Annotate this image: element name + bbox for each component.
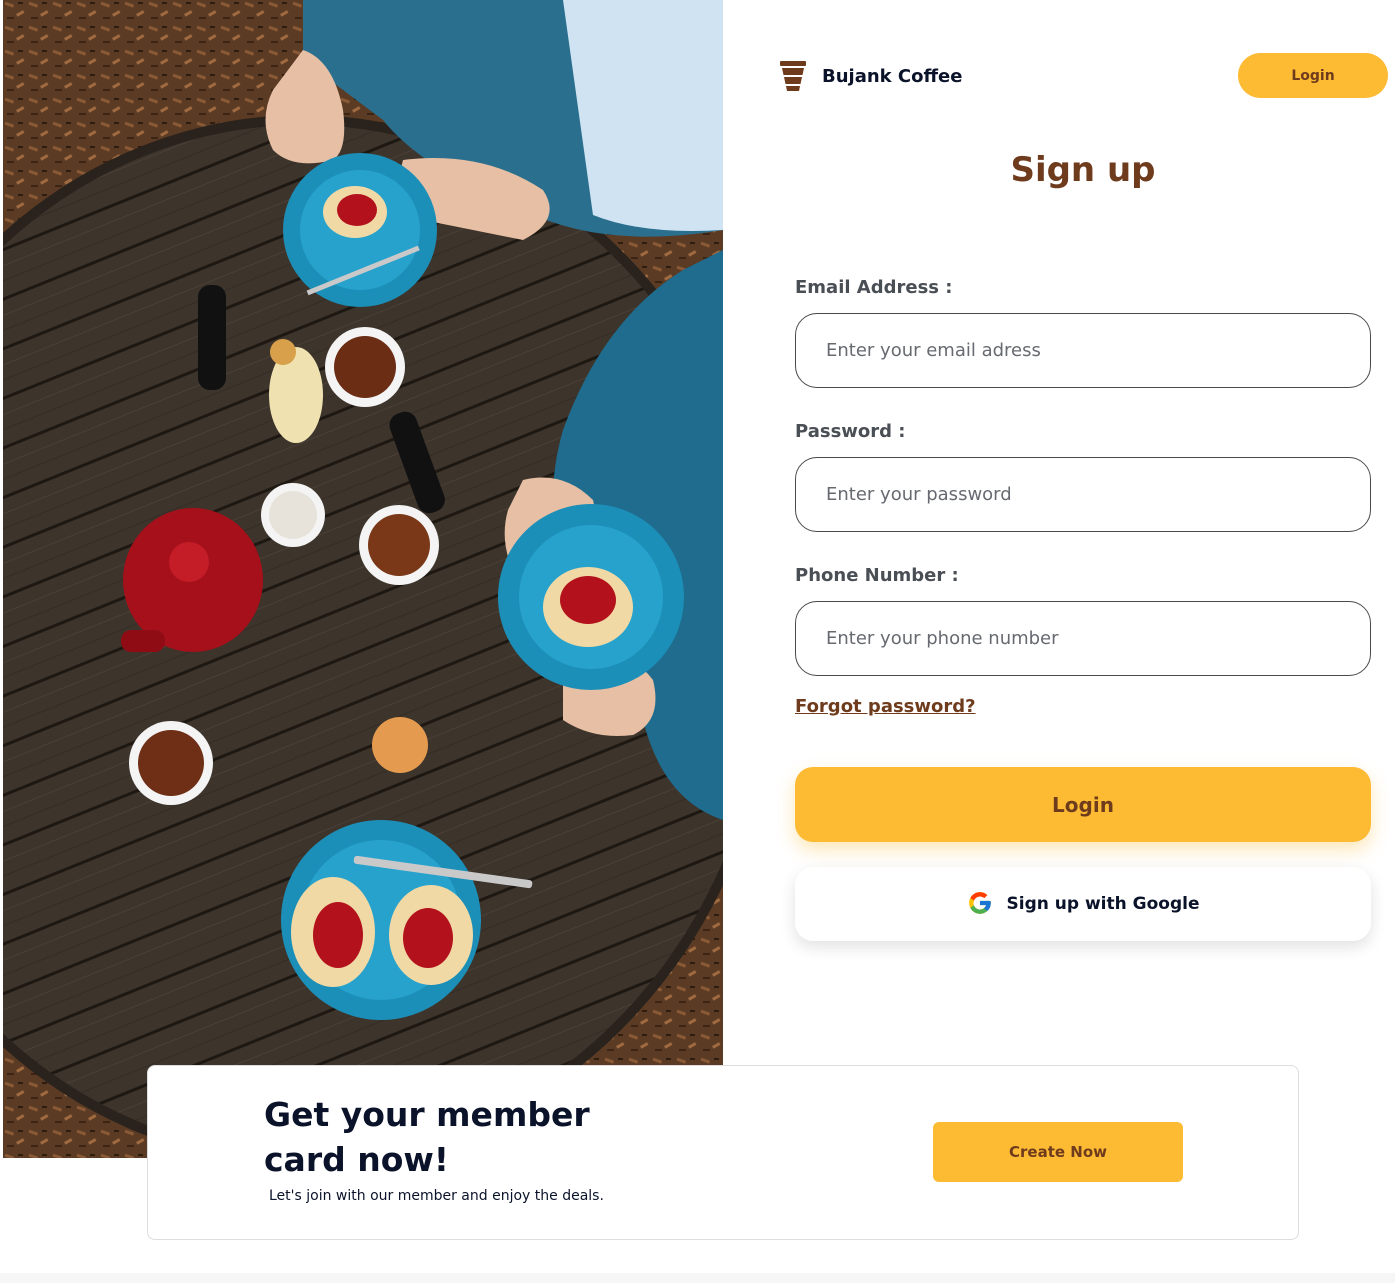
google-signup-button[interactable]: Sign up with Google [795, 867, 1371, 941]
footer-strip [0, 1273, 1395, 1283]
phone-field[interactable] [795, 601, 1371, 676]
google-button-label: Sign up with Google [1006, 894, 1200, 914]
phone-label: Phone Number : [795, 565, 959, 586]
password-field[interactable] [795, 457, 1371, 532]
hero-photo-illustration [3, 0, 723, 1158]
member-card-subtitle: Let's join with our member and enjoy the… [269, 1188, 604, 1204]
login-button[interactable]: Login [795, 767, 1371, 842]
google-icon [967, 890, 993, 919]
member-card: Get your member card now! Let's join wit… [147, 1065, 1299, 1240]
hero-photo [3, 0, 723, 1158]
brand-name: Bujank Coffee [822, 65, 963, 87]
create-now-button[interactable]: Create Now [933, 1122, 1183, 1182]
page-title: Sign up [1010, 150, 1156, 190]
brand[interactable]: Bujank Coffee [778, 60, 962, 92]
email-label: Email Address : [795, 277, 953, 298]
coffee-cup-icon [778, 60, 808, 92]
password-label: Password : [795, 421, 906, 442]
member-card-title: Get your member card now! [264, 1095, 590, 1179]
header-login-button[interactable]: Login [1238, 53, 1388, 98]
email-field[interactable] [795, 313, 1371, 388]
forgot-password-link[interactable]: Forgot password? [795, 696, 976, 717]
